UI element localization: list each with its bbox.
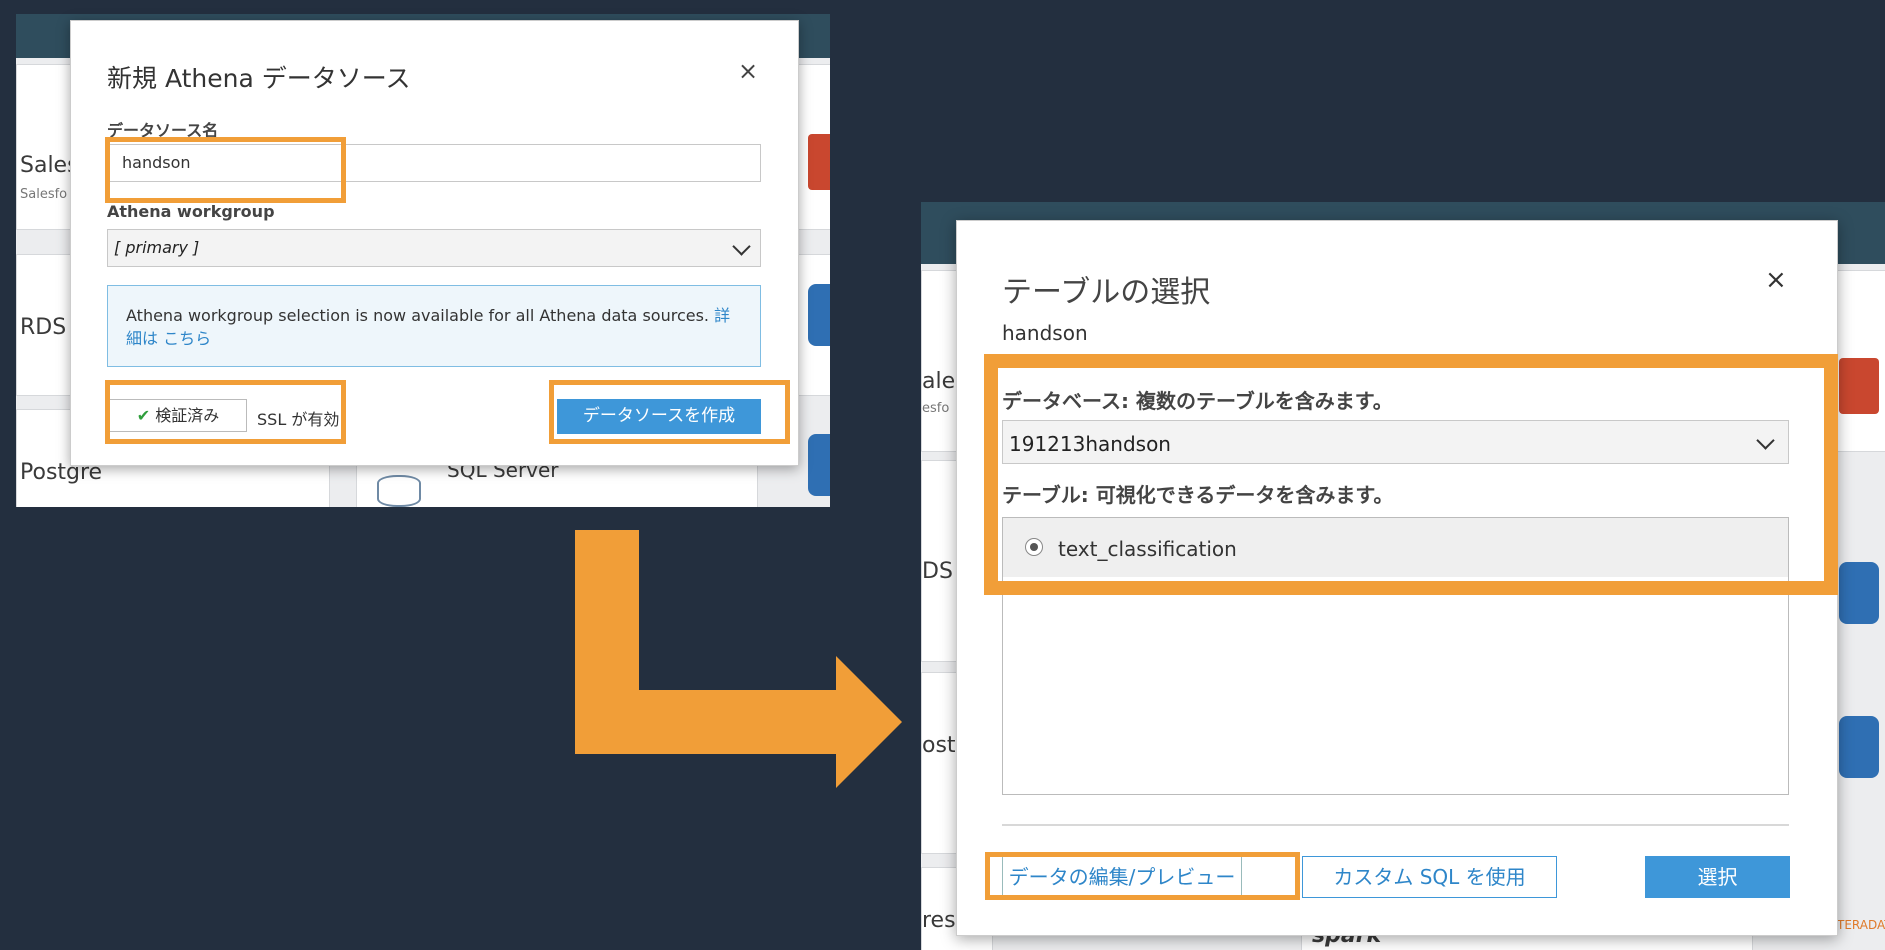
workgroup-info-box: Athena workgroup selection is now availa… <box>107 285 761 367</box>
flow-arrow-head-icon <box>836 656 902 788</box>
database-select[interactable]: 191213handson <box>1002 420 1789 464</box>
radio-selected-dot <box>1030 543 1038 551</box>
table-list: text_classification <box>1002 517 1789 795</box>
database-selected-value: 191213handson <box>1009 432 1171 456</box>
dialog-title: テーブルの選択 <box>1002 275 1211 310</box>
athena-workgroup-select[interactable]: [ primary ] <box>107 229 761 267</box>
close-icon[interactable]: × <box>738 57 758 85</box>
aws-blue-service-icon <box>808 434 830 496</box>
workgroup-selected-value: [ primary ] <box>114 238 200 257</box>
aws-blue-service-icon <box>1839 562 1879 624</box>
aws-red-service-icon <box>808 134 830 190</box>
validated-button-label: 検証済み <box>155 406 220 425</box>
bg-card-subtitle: esfo <box>922 401 950 416</box>
validated-button[interactable]: ✔ 検証済み <box>109 399 247 432</box>
ssl-status-text: SSL が有効 <box>257 410 340 429</box>
table-row[interactable]: text_classification <box>1003 518 1788 577</box>
dialog-title: 新規 Athena データソース <box>107 64 411 93</box>
database-icon <box>377 475 421 507</box>
datasource-name: handson <box>1002 321 1088 345</box>
divider <box>1002 824 1789 826</box>
chevron-down-icon <box>732 237 751 256</box>
flow-arrow-horizontal <box>575 690 843 754</box>
use-custom-sql-button[interactable]: カスタム SQL を使用 <box>1302 856 1557 898</box>
checkmark-icon: ✔ <box>136 406 151 425</box>
datasource-name-input[interactable]: handson <box>107 144 761 182</box>
chevron-down-icon <box>1756 431 1775 450</box>
select-button[interactable]: 選択 <box>1645 856 1790 898</box>
athena-workgroup-label: Athena workgroup <box>107 202 275 221</box>
bg-card-subtitle: Salesfo <box>20 187 68 202</box>
new-athena-datasource-dialog: 新規 Athena データソース × データソース名 handson Athen… <box>70 20 799 466</box>
edit-preview-data-button[interactable]: データの編集/プレビュー <box>1002 856 1242 898</box>
bg-card-title: DS <box>922 559 953 584</box>
aws-red-service-icon <box>1839 358 1879 414</box>
datasource-name-label: データソース名 <box>107 121 219 140</box>
teradata-logo: TERADATA <box>1837 918 1885 932</box>
table-name: text_classification <box>1058 537 1237 561</box>
database-label: データベース: 複数のテーブルを含みます。 <box>1002 389 1393 413</box>
close-icon[interactable]: × <box>1765 265 1787 295</box>
create-datasource-button[interactable]: データソースを作成 <box>557 399 761 434</box>
bg-card-title: RDS <box>20 315 67 340</box>
radio-button[interactable] <box>1025 538 1043 556</box>
choose-table-dialog: テーブルの選択 × handson データベース: 複数のテーブルを含みます。 … <box>956 220 1838 936</box>
aws-blue-service-icon <box>1839 716 1879 778</box>
table-label: テーブル: 可視化できるデータを含みます。 <box>1002 483 1394 507</box>
aws-blue-service-icon <box>808 284 830 346</box>
info-text: Athena workgroup selection is now availa… <box>126 306 715 325</box>
